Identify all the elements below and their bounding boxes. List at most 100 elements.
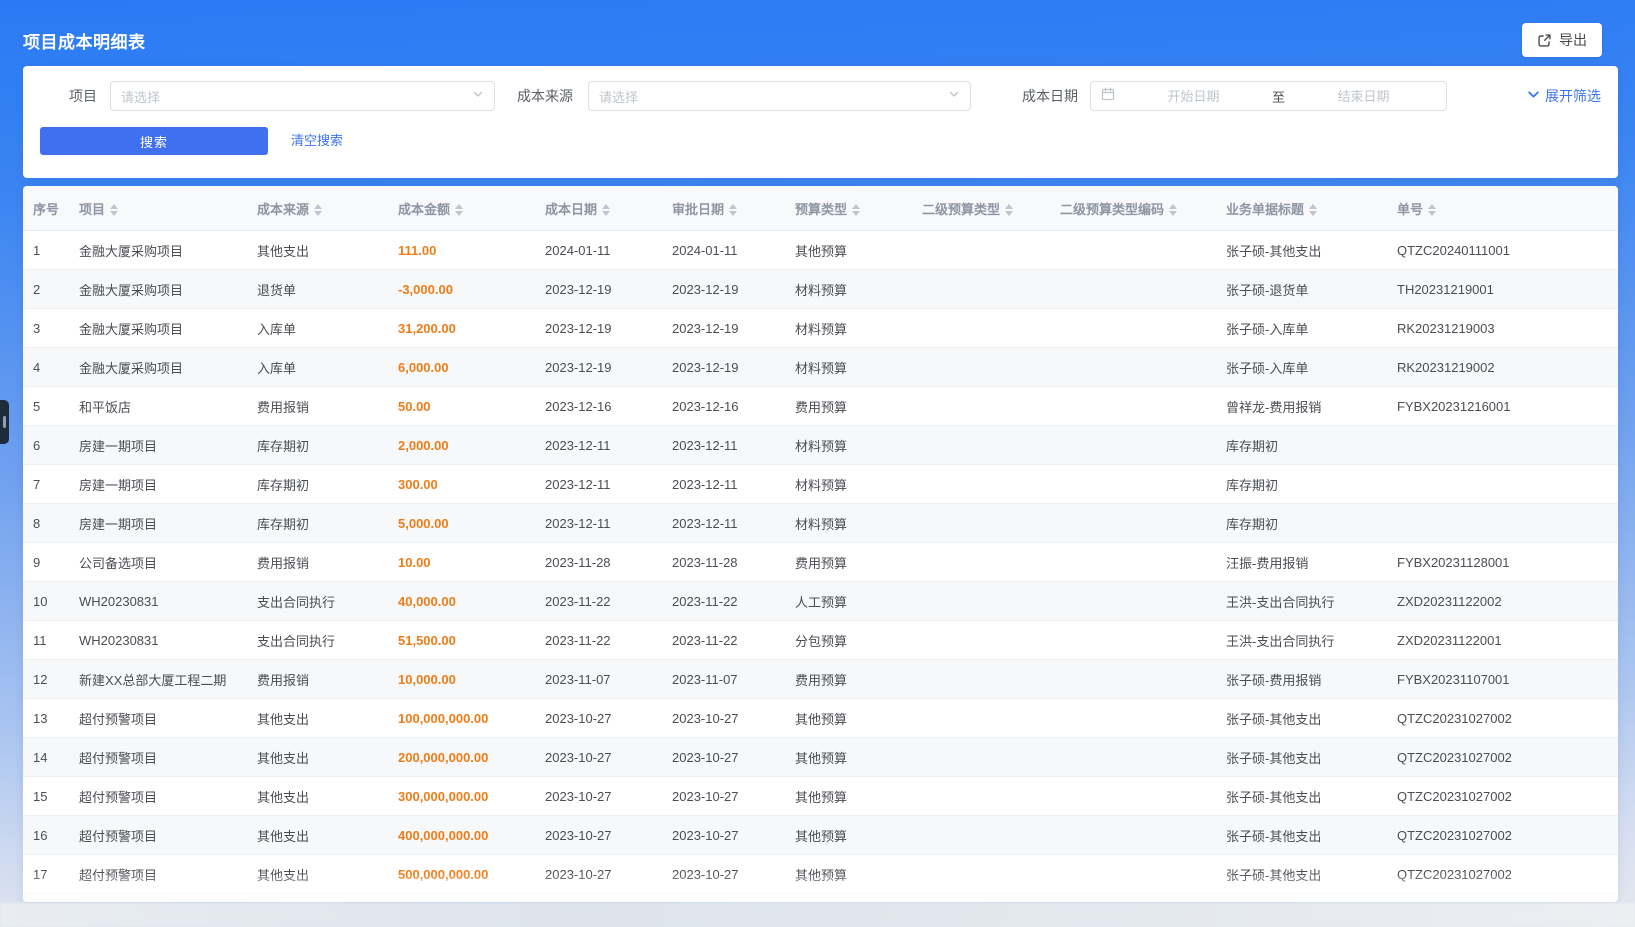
cell [912, 816, 1050, 855]
date-range-input[interactable]: 至 [1090, 81, 1447, 111]
cell: 汪振-费用报销 [1216, 543, 1387, 582]
table-card: 序号项目成本来源成本金额成本日期审批日期 预算类型 二级预算类型二级预算类型编码业务… [23, 186, 1618, 902]
cell: 张子硕-其他支出 [1216, 738, 1387, 777]
cell: 15 [23, 777, 69, 816]
column-header-9[interactable]: 业务单据标题 [1216, 186, 1387, 231]
cell: 其他支出 [247, 855, 388, 894]
sort-icon[interactable] [1309, 204, 1317, 216]
cell: 12 [23, 660, 69, 699]
search-button[interactable]: 搜索 [40, 127, 268, 155]
cell: 400,000,000.00 [388, 816, 535, 855]
cell: 2023-12-11 [662, 504, 785, 543]
column-header-8[interactable]: 二级预算类型编码 [1050, 186, 1216, 231]
clear-search-link[interactable]: 清空搜索 [291, 127, 343, 155]
cell: 新建XX总部大厦工程二期 [69, 660, 247, 699]
cell [1050, 777, 1216, 816]
sort-icon[interactable] [729, 204, 737, 216]
cost-table: 序号项目成本来源成本金额成本日期审批日期 预算类型 二级预算类型二级预算类型编码业务… [23, 186, 1618, 894]
sort-icon[interactable] [1169, 204, 1177, 216]
expand-filter-link[interactable]: 展开筛选 [1527, 81, 1601, 111]
cell: 2023-11-22 [662, 621, 785, 660]
cell [1050, 504, 1216, 543]
cell: 10,000.00 [388, 660, 535, 699]
column-header-10[interactable]: 单号 [1387, 186, 1618, 231]
cell: 10 [23, 582, 69, 621]
export-button[interactable]: 导出 [1522, 23, 1602, 57]
column-label: 业务单据标题 [1226, 202, 1304, 217]
cell [912, 504, 1050, 543]
table-row: 12新建XX总部大厦工程二期费用报销10,000.002023-11-07202… [23, 660, 1618, 699]
cell [912, 348, 1050, 387]
cell: 5 [23, 387, 69, 426]
expand-filter-label: 展开筛选 [1545, 86, 1601, 106]
cost-source-select[interactable]: 请选择 [588, 81, 971, 111]
table-row: 15超付预警项目其他支出300,000,000.002023-10-272023… [23, 777, 1618, 816]
sort-icon[interactable] [110, 204, 118, 216]
column-header-6[interactable]: 预算类型 [785, 186, 912, 231]
column-label: 审批日期 [672, 202, 724, 217]
cell: 费用报销 [247, 387, 388, 426]
table-row: 4金融大厦采购项目入库单6,000.002023-12-192023-12-19… [23, 348, 1618, 387]
cell: 金融大厦采购项目 [69, 348, 247, 387]
cell: 2023-11-28 [662, 543, 785, 582]
sort-icon[interactable] [1005, 204, 1013, 216]
column-header-7[interactable]: 二级预算类型 [912, 186, 1050, 231]
project-select[interactable]: 请选择 [110, 81, 495, 111]
cell: 2023-12-19 [662, 309, 785, 348]
cell [1050, 231, 1216, 270]
cell [912, 855, 1050, 894]
cell: 2023-10-27 [662, 738, 785, 777]
end-date-input[interactable] [1291, 88, 1436, 105]
cell: 40,000.00 [388, 582, 535, 621]
chevron-down-icon [472, 87, 484, 105]
cell: 2024-01-11 [662, 231, 785, 270]
drawer-handle[interactable] [0, 400, 9, 444]
cell: 2023-12-11 [535, 426, 662, 465]
sort-icon[interactable] [852, 204, 860, 216]
column-header-2[interactable]: 成本来源 [247, 186, 388, 231]
cell: 分包预算 [785, 621, 912, 660]
cell [1050, 543, 1216, 582]
column-label: 单号 [1397, 202, 1423, 217]
table-row: 3金融大厦采购项目入库单31,200.002023-12-192023-12-1… [23, 309, 1618, 348]
cell: 3 [23, 309, 69, 348]
cell: 100,000,000.00 [388, 699, 535, 738]
table-row: 8房建一期项目库存期初5,000.002023-12-112023-12-11材… [23, 504, 1618, 543]
sort-icon[interactable] [314, 204, 322, 216]
cell: 库存期初 [247, 465, 388, 504]
cell: 金融大厦采购项目 [69, 309, 247, 348]
cell: 库存期初 [247, 426, 388, 465]
cell [1387, 465, 1618, 504]
cell: 入库单 [247, 309, 388, 348]
cell: 超付预警项目 [69, 855, 247, 894]
column-header-1[interactable]: 项目 [69, 186, 247, 231]
export-button-label: 导出 [1559, 30, 1587, 50]
cell: 2023-10-27 [535, 855, 662, 894]
sort-icon[interactable] [455, 204, 463, 216]
cell: 费用报销 [247, 543, 388, 582]
column-label: 预算类型 [795, 202, 847, 217]
cell: 其他预算 [785, 738, 912, 777]
cell: 张子硕-其他支出 [1216, 699, 1387, 738]
sort-icon[interactable] [602, 204, 610, 216]
cell: 材料预算 [785, 348, 912, 387]
cell [1050, 816, 1216, 855]
cell: 其他预算 [785, 816, 912, 855]
column-label: 序号 [33, 202, 59, 217]
cell [1050, 582, 1216, 621]
cell: 7 [23, 465, 69, 504]
cell: 超付预警项目 [69, 738, 247, 777]
cell: TH20231219001 [1387, 270, 1618, 309]
cell [1050, 426, 1216, 465]
cell: 17 [23, 855, 69, 894]
column-header-4[interactable]: 成本日期 [535, 186, 662, 231]
cell: 2023-12-11 [535, 504, 662, 543]
sort-icon[interactable] [1428, 204, 1436, 216]
cell: 2023-10-27 [662, 816, 785, 855]
cost-source-select-placeholder: 请选择 [599, 87, 948, 106]
table-row: 1金融大厦采购项目其他支出111.002024-01-112024-01-11其… [23, 231, 1618, 270]
column-header-5[interactable]: 审批日期 [662, 186, 785, 231]
cell: 材料预算 [785, 270, 912, 309]
start-date-input[interactable] [1121, 88, 1266, 105]
column-header-3[interactable]: 成本金额 [388, 186, 535, 231]
